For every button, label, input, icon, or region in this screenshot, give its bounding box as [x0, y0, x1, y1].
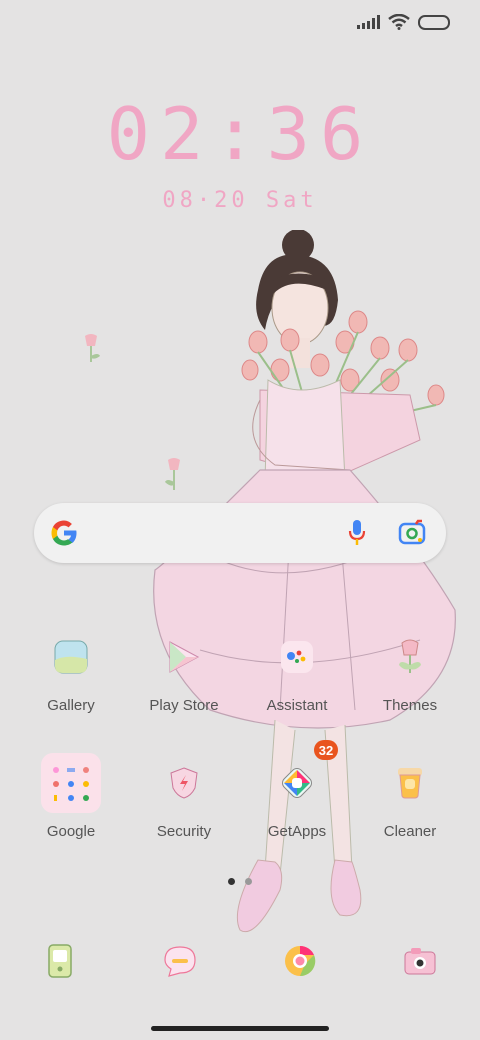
play-store-icon [154, 627, 214, 687]
app-label: Play Store [149, 697, 219, 714]
app-label: Gallery [47, 697, 95, 714]
app-label: GetApps [267, 823, 327, 840]
assistant-icon [267, 627, 327, 687]
app-getapps[interactable]: 32 GetApps [242, 740, 352, 840]
app-folder-google[interactable]: Google [16, 753, 126, 840]
phone-icon[interactable] [35, 936, 85, 986]
app-label: Google [46, 823, 96, 840]
page-dot-active [228, 878, 235, 885]
page-indicator [228, 878, 252, 885]
microphone-icon[interactable] [348, 519, 366, 547]
google-lens-icon[interactable] [398, 519, 426, 547]
home-screen: { "clock": { "time": "02:36", "date": "0… [0, 0, 480, 1040]
wifi-icon [388, 14, 410, 30]
app-assistant[interactable]: Assistant [242, 627, 352, 714]
app-label: Cleaner [383, 823, 437, 840]
shield-icon [154, 753, 214, 813]
tulip-decoration-icon [85, 334, 100, 362]
gallery-icon [41, 627, 101, 687]
tulip-decoration-icon [165, 458, 180, 490]
app-label: Assistant [266, 697, 328, 714]
notification-badge: 32 [314, 740, 338, 760]
app-play-store[interactable]: Play Store [129, 627, 239, 714]
app-themes[interactable]: Themes [355, 627, 465, 714]
app-security[interactable]: Security [129, 753, 239, 840]
app-cleaner[interactable]: Cleaner [355, 753, 465, 840]
signal-icon [357, 15, 380, 29]
wallpaper-illustration [153, 230, 456, 932]
dock [0, 936, 480, 986]
camera-icon[interactable] [395, 936, 445, 986]
trash-icon [380, 753, 440, 813]
app-label: Security [156, 823, 212, 840]
app-gallery[interactable]: Gallery [16, 627, 126, 714]
app-label: Themes [382, 697, 438, 714]
clock-date[interactable]: 08·20 Sat [0, 188, 480, 213]
home-indicator[interactable] [151, 1026, 329, 1031]
browser-icon[interactable] [275, 936, 325, 986]
status-bar [357, 14, 450, 30]
folder-icon [41, 753, 101, 813]
google-logo-icon [51, 520, 77, 546]
message-icon[interactable] [155, 936, 205, 986]
google-search-bar[interactable] [34, 503, 446, 563]
battery-icon [418, 14, 450, 30]
clock-time[interactable]: 02:36 [0, 92, 480, 176]
page-dot [245, 878, 252, 885]
tulip-icon [380, 627, 440, 687]
getapps-icon [267, 753, 327, 813]
